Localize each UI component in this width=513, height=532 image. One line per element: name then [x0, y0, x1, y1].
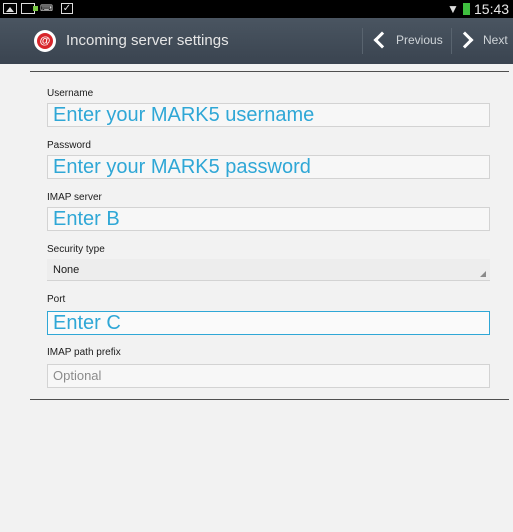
page-title: Incoming server settings: [66, 32, 229, 49]
port-label: Port: [47, 294, 66, 305]
security-type-select[interactable]: None: [47, 259, 490, 281]
imap-path-prefix-label: IMAP path prefix: [47, 347, 121, 358]
action-divider: [451, 28, 452, 54]
action-divider: [362, 28, 363, 54]
image-icon: [3, 3, 17, 14]
imap-server-field[interactable]: Enter B: [47, 207, 490, 231]
wifi-icon: ▼: [447, 2, 459, 16]
action-bar: @ Incoming server settings Previous Next: [0, 18, 513, 64]
imap-path-prefix-field[interactable]: Optional: [47, 364, 490, 388]
status-bar: ⌨ ✓ ▼ 15:43: [0, 0, 513, 18]
chevron-right-icon: [456, 31, 474, 49]
previous-label: Previous: [396, 33, 443, 47]
username-label: Username: [47, 88, 94, 99]
password-label: Password: [47, 140, 91, 151]
checkbox-icon: ✓: [61, 3, 73, 14]
port-field[interactable]: Enter C: [47, 311, 490, 335]
next-label: Next: [483, 33, 508, 47]
dropdown-corner-icon: [480, 271, 486, 277]
security-type-value: None: [53, 264, 80, 276]
status-clock: 15:43: [474, 1, 510, 17]
usb-icon: [21, 3, 38, 14]
chevron-left-icon: [373, 31, 391, 49]
keyboard-icon: ⌨: [40, 3, 53, 13]
imap-server-label: IMAP server: [47, 192, 102, 203]
username-field[interactable]: Enter your MARK5 username: [47, 103, 490, 127]
battery-icon: [463, 3, 470, 15]
security-type-label: Security type: [47, 244, 105, 255]
email-app-icon[interactable]: @: [34, 30, 56, 52]
password-field[interactable]: Enter your MARK5 password: [47, 155, 490, 179]
